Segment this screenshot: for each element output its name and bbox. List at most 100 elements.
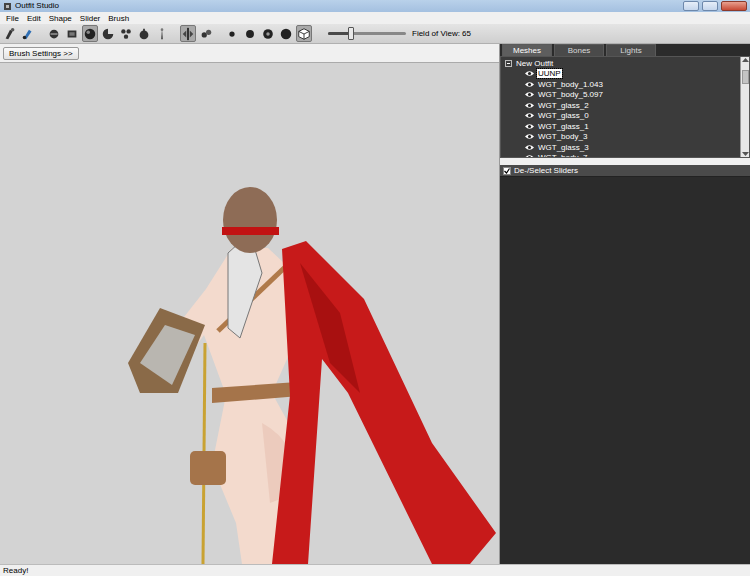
brush-settings-row: Brush Settings >> [0, 44, 499, 63]
tool-button[interactable] [154, 25, 170, 42]
tool-button[interactable] [260, 25, 276, 42]
menu-item[interactable]: Slider [76, 13, 104, 24]
root-label: New Outfit [515, 59, 554, 68]
fov-control: Field of View: 65 [328, 29, 471, 38]
tool-button[interactable] [118, 25, 134, 42]
eye-icon [525, 154, 534, 157]
eye-icon [525, 144, 534, 151]
inflate-icon [47, 26, 61, 42]
eye-icon [525, 70, 534, 77]
sliders-header-label: De-/Select Sliders [514, 166, 578, 175]
down-arrow-icon [742, 151, 749, 157]
menu-item[interactable]: Edit [23, 13, 45, 24]
weight-icon [119, 26, 133, 42]
mesh-label: WGT_body_7 [537, 153, 588, 157]
mesh-item[interactable]: WGT_body_3 [505, 132, 740, 143]
move-icon [101, 26, 115, 42]
tool-button[interactable] [224, 25, 240, 42]
status-text: Ready! [3, 566, 28, 575]
select-sliders-checkbox[interactable] [503, 167, 511, 175]
tool-button[interactable] [296, 25, 312, 42]
connected-icon [199, 26, 213, 42]
mesh-list: New OutfitUUNP WGT_body_1.043WGT_body_5.0… [501, 57, 740, 157]
tool-button[interactable] [100, 25, 116, 42]
mesh-label: UUNP [537, 69, 562, 78]
xl-brush-icon [279, 26, 293, 42]
toolbar: Field of View: 65 [0, 24, 750, 44]
scrollbar[interactable] [740, 57, 749, 157]
brush-icon [3, 26, 17, 42]
viewport[interactable] [0, 63, 499, 564]
medium-brush-icon [243, 26, 257, 42]
mesh-item[interactable]: WGT_body_7 [505, 153, 740, 158]
sliders-header: De-/Select Sliders [500, 165, 750, 177]
title-bar: Outfit Studio [0, 0, 750, 12]
fov-label: Field of View: 65 [412, 29, 471, 38]
mesh-item[interactable]: UUNP [505, 69, 740, 80]
small-brush-icon [225, 26, 239, 42]
slider-list [500, 177, 750, 564]
menu-item[interactable]: Brush [104, 13, 133, 24]
tool-button[interactable] [278, 25, 294, 42]
mesh-label: WGT_glass_1 [537, 122, 590, 131]
close-button[interactable] [721, 1, 747, 11]
status-bar: Ready! [0, 564, 750, 576]
tab-bar: MeshesBonesLights [500, 44, 750, 56]
tool-button[interactable] [20, 25, 36, 42]
mesh-item[interactable]: WGT_body_5.097 [505, 90, 740, 101]
mesh-label: WGT_body_3 [537, 132, 588, 141]
tree-root[interactable]: New Outfit [505, 58, 740, 69]
tool-button[interactable] [180, 25, 196, 42]
fov-slider-thumb[interactable] [348, 27, 354, 40]
menu-item[interactable]: File [2, 13, 23, 24]
tool-button[interactable] [82, 25, 98, 42]
needle-icon [155, 26, 169, 42]
mesh-item[interactable]: WGT_body_1.043 [505, 79, 740, 90]
mesh-tree: New OutfitUUNP WGT_body_1.043WGT_body_5.0… [500, 56, 750, 158]
side-panel: MeshesBonesLights New OutfitUUNP WGT_body_… [500, 44, 750, 564]
eye-icon [525, 102, 534, 109]
mesh-label: WGT_glass_2 [537, 101, 590, 110]
mask-brush-icon [21, 26, 35, 42]
mesh-label: WGT_glass_0 [537, 111, 590, 120]
large-brush-icon [261, 26, 275, 42]
eye-icon [525, 91, 534, 98]
mesh-item[interactable]: WGT_glass_0 [505, 111, 740, 122]
mesh-item[interactable]: WGT_glass_2 [505, 100, 740, 111]
window-title: Outfit Studio [15, 1, 59, 11]
app-icon [3, 2, 12, 11]
tab[interactable]: Lights [606, 44, 656, 56]
mesh-label: WGT_glass_3 [537, 143, 590, 152]
cube-icon [297, 26, 311, 42]
menu-item[interactable]: Shape [45, 13, 76, 24]
main-area: Brush Settings >>MeshesBonesLightsNew Ou… [0, 44, 750, 564]
mirror-icon [181, 26, 195, 42]
mesh-item[interactable]: WGT_glass_3 [505, 142, 740, 153]
tab[interactable]: Meshes [502, 44, 552, 56]
menu-bar: FileEditShapeSliderBrush [0, 12, 750, 24]
deflate-icon [137, 26, 151, 42]
splitter[interactable] [500, 158, 750, 165]
minimize-button[interactable] [683, 1, 699, 11]
eye-icon [525, 112, 534, 119]
mesh-label: WGT_body_1.043 [537, 80, 604, 89]
eye-icon [525, 81, 534, 88]
tab[interactable]: Bones [554, 44, 604, 56]
tool-button[interactable] [242, 25, 258, 42]
eye-icon [525, 133, 534, 140]
brush-settings-button[interactable]: Brush Settings >> [3, 47, 79, 60]
fov-slider[interactable] [328, 32, 406, 35]
scroll-thumb[interactable] [742, 70, 749, 84]
tool-button[interactable] [136, 25, 152, 42]
tool-button[interactable] [46, 25, 62, 42]
tool-button[interactable] [198, 25, 214, 42]
viewport-panel: Brush Settings >> [0, 44, 500, 564]
mesh-item[interactable]: WGT_glass_1 [505, 121, 740, 132]
character-model [0, 63, 499, 564]
tool-button[interactable] [2, 25, 18, 42]
mesh-label: WGT_body_5.097 [537, 90, 604, 99]
expander[interactable] [505, 60, 512, 67]
maximize-button[interactable] [702, 1, 718, 11]
tool-button[interactable] [64, 25, 80, 42]
mask-icon [65, 26, 79, 42]
